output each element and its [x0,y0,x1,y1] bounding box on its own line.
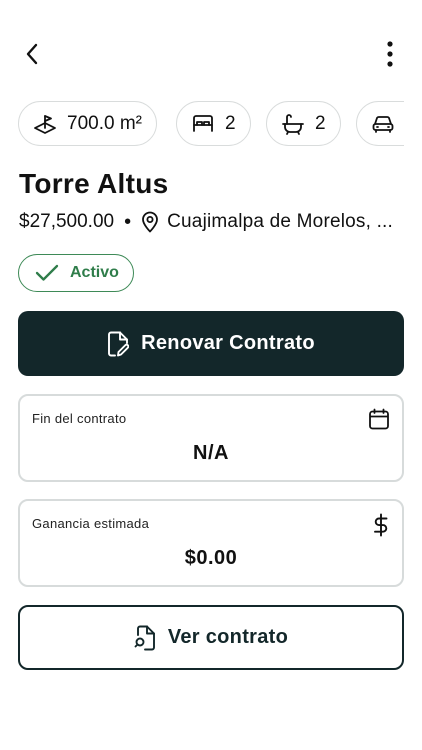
renew-contract-button[interactable]: Renovar Contrato [18,311,404,376]
estimated-gain-value: $0.00 [184,547,238,569]
document-edit-icon [108,331,130,356]
contract-end-label: Fin del contrato [32,411,127,426]
feature-chips: 700.0 m² 2 2 [18,100,404,148]
view-contract-label: Ver contrato [167,626,289,648]
chip-bedrooms: 2 [176,101,251,146]
bathtub-icon [282,113,304,135]
property-meta: $27,500.00 • Cuajimalpa de Morelos, ... [19,208,409,236]
chip-parking [356,101,404,146]
meta-separator: • [124,210,132,233]
dollar-icon [374,513,388,537]
chip-bathrooms-value: 2 [315,112,326,134]
chip-bedrooms-value: 2 [225,112,236,134]
land-area-icon [34,114,56,134]
calendar-icon [369,408,389,430]
car-icon [372,115,394,133]
status-label: Activo [70,264,119,281]
contract-end-value: N/A [193,442,229,464]
estimated-gain-card: Ganancia estimada $0.00 [18,499,404,587]
property-title: Torre Altus [19,168,169,199]
more-options-button[interactable] [372,36,408,72]
contract-end-card: Fin del contrato N/A [18,394,404,482]
status-badge: Activo [18,254,134,292]
check-icon [35,264,59,281]
more-vertical-icon [387,41,393,67]
property-location: Cuajimalpa de Morelos, ... [167,211,394,232]
chevron-left-icon [26,43,38,65]
chip-area-value: 700.0 m² [67,112,142,134]
document-search-icon [134,625,155,650]
estimated-gain-label: Ganancia estimada [32,516,150,531]
renew-contract-label: Renovar Contrato [141,332,315,354]
property-price: $27,500.00 [19,211,115,232]
back-button[interactable] [14,36,50,72]
top-bar [0,30,422,78]
bed-icon [193,114,213,132]
view-contract-button[interactable]: Ver contrato [18,605,404,670]
chip-bathrooms: 2 [266,101,341,146]
chip-area: 700.0 m² [18,101,157,146]
location-pin-icon [142,211,159,233]
